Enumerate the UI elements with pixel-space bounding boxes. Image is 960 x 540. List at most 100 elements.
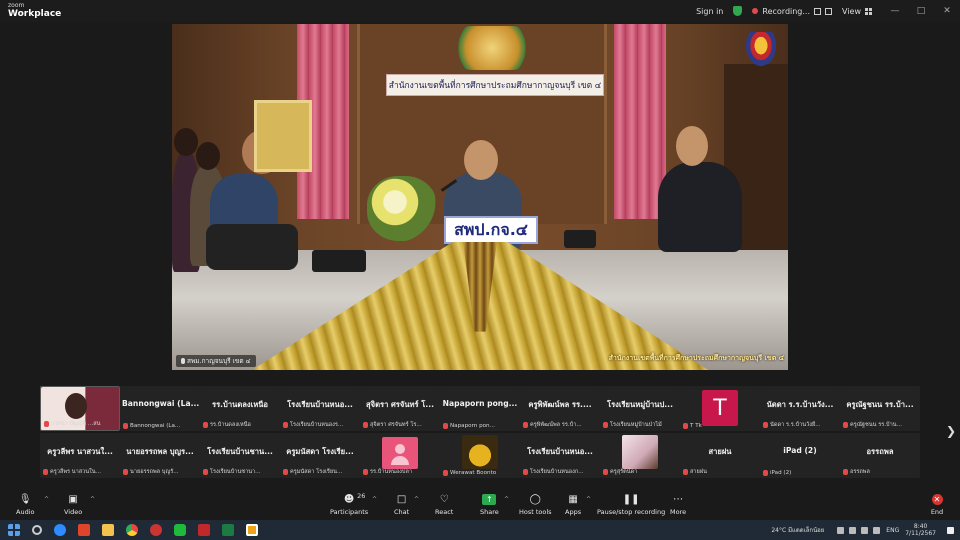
participant-tile[interactable]: iPad (2) iPad (2) bbox=[760, 433, 840, 478]
excel-icon[interactable] bbox=[222, 524, 234, 536]
participant-tile[interactable]: ครูวลีพร นาสวนใ... ครูวลีพร นาสวนใน... bbox=[40, 433, 120, 478]
participant-tile[interactable]: นัดดา ร.ร.บ้านวัง... นัดดา ร.ร.บ้านวังยี… bbox=[760, 386, 840, 431]
maximize-button[interactable]: □ bbox=[908, 0, 934, 22]
participant-tile[interactable]: ครูสุรัตน์ดา bbox=[600, 433, 680, 478]
participant-tile[interactable]: อรรถพล อรรถพล bbox=[840, 433, 920, 478]
participant-tile[interactable]: วาสนา บัญญัติ ...สน bbox=[40, 386, 120, 431]
muted-mic-icon bbox=[763, 422, 768, 428]
participant-tile[interactable]: รร.บ้านดลงเหนือ รร.บ้านดลงเหนือ bbox=[200, 386, 280, 431]
volume-icon[interactable] bbox=[873, 526, 881, 534]
sign-in-button[interactable]: Sign in bbox=[696, 7, 723, 16]
gallery-next-arrow-icon[interactable]: ❯ bbox=[946, 424, 956, 438]
view-button[interactable]: View bbox=[842, 7, 872, 16]
recording-indicator[interactable]: Recording... bbox=[752, 7, 833, 16]
network-icon[interactable] bbox=[861, 526, 869, 534]
pause-icon[interactable] bbox=[814, 7, 822, 15]
participants-count: 26 bbox=[357, 492, 366, 500]
participants-label: Participants bbox=[330, 508, 369, 516]
participant-tile[interactable]: นายอรรถพล บุญร... นายอรรถพล บุญรั... bbox=[120, 433, 200, 478]
participant-photo bbox=[622, 435, 658, 469]
participant-sub: นัดดา ร.ร.บ้านวังยี่... bbox=[770, 422, 821, 428]
participant-tile[interactable]: ครูณัฐชนน รร.บ้า... ครูณัฐชนน รร.บ้าน... bbox=[840, 386, 920, 431]
pause-stop-recording-button[interactable]: ❚❚ Pause/stop recording bbox=[597, 493, 666, 517]
mic-tray-icon[interactable] bbox=[849, 526, 857, 534]
participant-sub: โรงเรียนหมู่บ้านป่าไม้ bbox=[610, 422, 662, 428]
chat-chevron-icon[interactable]: ^ bbox=[414, 496, 419, 503]
active-app-icon[interactable] bbox=[246, 524, 258, 536]
participant-tile[interactable]: ครูมนัสดา โรงเรีย... ครูมนัสดา โรงเรียน.… bbox=[280, 433, 360, 478]
share-chevron-icon[interactable]: ^ bbox=[504, 496, 509, 503]
participant-tile[interactable]: โรงเรียนบ้านหนอ... โรงเรียนบ้านหนองร... bbox=[280, 386, 360, 431]
shield-icon: ◯ bbox=[529, 493, 541, 505]
muted-mic-icon bbox=[123, 423, 128, 429]
search-icon[interactable] bbox=[32, 525, 42, 535]
taskbar-clock[interactable]: 8:40 7/11/2567 bbox=[905, 523, 936, 537]
participant-tile[interactable]: Napaporn pong... Napaporn pon... bbox=[440, 386, 520, 431]
app-icon-red[interactable] bbox=[150, 524, 162, 536]
muted-mic-icon bbox=[43, 469, 48, 475]
file-explorer-icon[interactable] bbox=[102, 524, 114, 536]
video-mic-base bbox=[564, 230, 596, 248]
title-bar: zoom Workplace Sign in Recording... View… bbox=[0, 0, 960, 22]
apps-chevron-icon[interactable]: ^ bbox=[586, 496, 591, 503]
main-speaker-video[interactable]: สำนักงานเขตพื้นที่การศึกษาประถมศึกษากาญจ… bbox=[172, 24, 788, 370]
participant-sub: โรงเรียนบ้านหนองก... bbox=[530, 469, 584, 475]
tray-chevron-icon[interactable] bbox=[837, 526, 845, 534]
participant-tile[interactable]: Werawat Boonto bbox=[440, 433, 520, 478]
participant-sub: รร.บ้านหนองปลา bbox=[370, 469, 413, 475]
audio-options-chevron-icon[interactable]: ^ bbox=[44, 496, 49, 503]
acrobat-icon[interactable] bbox=[198, 524, 210, 536]
participant-tile[interactable]: โรงเรียนบ้านชาน... โรงเรียนบ้านชานา... bbox=[200, 433, 280, 478]
participants-icon: ☻ 26 bbox=[343, 492, 366, 505]
participant-tile[interactable]: สายฝน สายฝน bbox=[680, 433, 760, 478]
participants-button[interactable]: ☻ 26 Participants bbox=[330, 492, 369, 516]
minimize-button[interactable]: — bbox=[882, 0, 908, 22]
participant-sub: นายอรรถพล บุญรั... bbox=[130, 469, 179, 475]
windows-start-icon[interactable] bbox=[8, 524, 20, 536]
participants-chevron-icon[interactable]: ^ bbox=[372, 496, 377, 503]
language-indicator[interactable]: ENG bbox=[886, 527, 899, 534]
end-button[interactable]: ✕ End bbox=[930, 493, 944, 516]
chrome-icon[interactable] bbox=[126, 524, 138, 536]
muted-mic-icon bbox=[363, 469, 368, 475]
chat-button[interactable]: □ Chat bbox=[394, 493, 409, 517]
apps-icon: ▦ bbox=[568, 493, 578, 505]
participant-tile[interactable]: โรงเรียนหมู่บ้านป... โรงเรียนหมู่บ้านป่า… bbox=[600, 386, 680, 431]
notification-icon[interactable] bbox=[947, 526, 954, 534]
video-flowers bbox=[367, 176, 437, 241]
participant-name: สายฝน bbox=[708, 447, 732, 456]
participant-tile[interactable]: รร.บ้านหนองปลา bbox=[360, 433, 440, 478]
participant-sub: ครูพิพัฒน์พล รร.บ้า... bbox=[530, 422, 582, 428]
participant-tile[interactable]: Bannongwai (La... Bannongwai (La... bbox=[120, 386, 200, 431]
security-shield-icon[interactable] bbox=[733, 6, 743, 16]
share-button[interactable]: ↑ Share bbox=[480, 493, 499, 516]
more-button[interactable]: ⋯ More bbox=[670, 493, 686, 517]
video-mic-base bbox=[312, 250, 366, 272]
participant-tile[interactable]: สุจิตรา ศรจันทร์ โ... สุจิตรา ศรจันทร์ โ… bbox=[360, 386, 440, 431]
participant-tile[interactable]: ครูพิพัฒน์พล รร.... ครูพิพัฒน์พล รร.บ้า.… bbox=[520, 386, 600, 431]
participant-name: อรรถพล bbox=[866, 447, 894, 456]
video-nameplate: สพป.กจ.๔ bbox=[444, 216, 538, 244]
weather-text[interactable]: 24°C มีแดดเล็กน้อย bbox=[771, 525, 824, 535]
audio-button[interactable]: 🎙 Audio bbox=[16, 493, 34, 517]
video-button[interactable]: ▣ Video bbox=[64, 493, 82, 517]
participant-tile[interactable]: โรงเรียนบ้านหนอ... โรงเรียนบ้านหนองก... bbox=[520, 433, 600, 478]
stop-icon[interactable] bbox=[825, 7, 833, 15]
apps-label: Apps bbox=[565, 508, 582, 516]
apps-button[interactable]: ▦ Apps bbox=[565, 493, 582, 517]
muted-mic-icon bbox=[203, 469, 208, 475]
participant-name: รร.บ้านดลงเหนือ bbox=[212, 400, 268, 409]
line-app-icon[interactable] bbox=[174, 524, 186, 536]
participant-sub: T Tk bbox=[690, 423, 702, 429]
zoom-app-icon[interactable] bbox=[54, 524, 66, 536]
host-tools-button[interactable]: ◯ Host tools bbox=[519, 493, 552, 517]
pause-recording-label: Pause/stop recording bbox=[597, 508, 666, 516]
participant-sub: iPad (2) bbox=[770, 470, 792, 476]
app-icon-s[interactable] bbox=[78, 524, 90, 536]
video-options-chevron-icon[interactable]: ^ bbox=[90, 496, 95, 503]
participant-name: โรงเรียนบ้านชาน... bbox=[207, 447, 273, 456]
close-window-button[interactable]: ✕ bbox=[934, 0, 960, 22]
participant-tile[interactable]: T T Tk bbox=[680, 386, 760, 431]
react-button[interactable]: ♡ React bbox=[435, 493, 453, 517]
participant-sub: วาสนา บัญญัติ ...สน bbox=[51, 421, 101, 427]
